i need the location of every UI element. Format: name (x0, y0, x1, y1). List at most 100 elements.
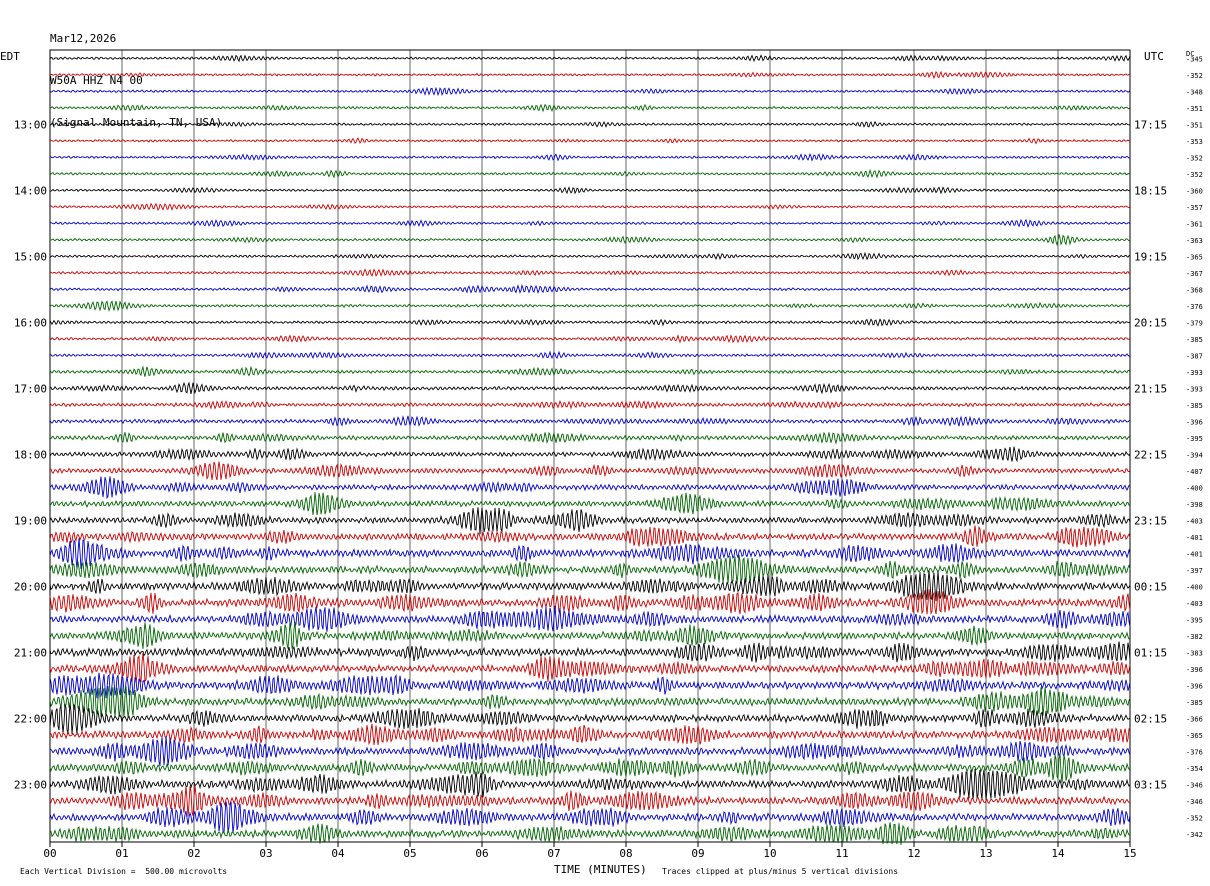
dc-offset-label: -366 (1186, 715, 1203, 723)
trace-line (49, 350, 1131, 360)
edt-hour-label: 22:00 (14, 712, 47, 725)
trace-line (49, 400, 1131, 410)
edt-hour-label: 20:00 (14, 580, 47, 593)
dc-offset-label: -352 (1186, 154, 1203, 162)
x-tick-label: 05 (403, 847, 416, 860)
utc-hour-label: 00:15 (1134, 580, 1167, 593)
trace-line (49, 507, 1131, 535)
dc-offset-label: -385 (1186, 699, 1203, 707)
dc-offset-label: -385 (1186, 402, 1203, 410)
dc-offset-label: -368 (1186, 286, 1203, 294)
trace-line (49, 723, 1131, 746)
utc-hour-label: 19:15 (1134, 250, 1167, 263)
x-tick-label: 03 (259, 847, 272, 860)
trace-line (49, 641, 1131, 663)
dc-offset-label: -393 (1186, 385, 1203, 393)
dc-offset-label: -387 (1186, 352, 1203, 360)
dc-offset-label: -400 (1186, 583, 1203, 591)
dc-offset-label: -354 (1186, 765, 1203, 773)
trace-line (49, 152, 1131, 162)
trace-line (49, 137, 1131, 145)
trace-line (49, 318, 1131, 327)
trace-line (50, 334, 1131, 344)
dc-offset-label: -394 (1186, 451, 1203, 459)
dc-offset-label: -351 (1186, 105, 1203, 113)
dc-offset-label: -385 (1186, 336, 1203, 344)
dc-offset-label: -376 (1186, 303, 1203, 311)
trace-line (49, 736, 1131, 767)
x-tick-label: 13 (979, 847, 992, 860)
dc-offset-label: -403 (1186, 517, 1203, 525)
edt-hour-label: 19:00 (14, 514, 47, 527)
dc-offset-label: -401 (1186, 550, 1203, 558)
dc-offset-label: -352 (1186, 171, 1203, 179)
trace-line (49, 365, 1131, 377)
x-axis-title: TIME (MINUTES) (554, 863, 647, 876)
dc-offset-label: -360 (1186, 187, 1203, 195)
edt-hour-label: 13:00 (14, 118, 47, 131)
utc-hour-label: 20:15 (1134, 316, 1167, 329)
trace-line (49, 525, 1131, 548)
dc-offset-label: -353 (1186, 138, 1203, 146)
dc-offset-label: -393 (1186, 369, 1203, 377)
utc-hour-label: 18:15 (1134, 184, 1167, 197)
dc-offset-label: -345 (1186, 55, 1203, 63)
trace-line (49, 686, 1131, 718)
dc-offset-label: -398 (1186, 501, 1203, 509)
dc-offset-label: -352 (1186, 814, 1203, 822)
x-tick-label: 00 (43, 847, 56, 860)
dc-offset-label: -348 (1186, 88, 1203, 96)
trace-line (49, 554, 1131, 584)
dc-offset-label: -395 (1186, 435, 1203, 443)
trace-line (49, 103, 1131, 113)
trace-line (49, 300, 1131, 312)
utc-hour-label: 17:15 (1134, 118, 1167, 131)
edt-hour-label: 17:00 (14, 382, 47, 395)
trace-line (49, 120, 1131, 128)
trace-line (49, 86, 1131, 97)
x-tick-label: 11 (835, 847, 848, 860)
utc-hour-label: 02:15 (1134, 712, 1167, 725)
edt-hour-label: 16:00 (14, 316, 47, 329)
dc-offset-label: -407 (1186, 468, 1203, 476)
trace-line (49, 570, 1131, 602)
trace-line (49, 234, 1131, 247)
trace-line (49, 605, 1131, 632)
x-tick-label: 06 (475, 847, 488, 860)
dc-offset-label: -351 (1186, 121, 1203, 129)
trace-line (49, 589, 1131, 615)
trace-line (49, 754, 1131, 783)
trace-line (49, 621, 1131, 649)
trace-line (49, 251, 1131, 261)
dc-offset-label: -346 (1186, 798, 1203, 806)
x-tick-label: 04 (331, 847, 345, 860)
trace-line (49, 283, 1131, 294)
x-tick-label: 10 (763, 847, 776, 860)
trace-line (49, 415, 1131, 427)
dc-offset-label: -400 (1186, 484, 1203, 492)
trace-line (49, 202, 1131, 211)
dc-offset-label: -403 (1186, 600, 1203, 608)
trace-line (49, 768, 1131, 800)
dc-offset-label: -365 (1186, 732, 1203, 740)
dc-offset-label: -382 (1186, 633, 1203, 641)
dc-offset-label: -342 (1186, 831, 1203, 839)
edt-hour-label: 18:00 (14, 448, 47, 461)
trace-line (49, 54, 1131, 63)
dc-offset-label: -383 (1186, 649, 1203, 657)
trace-line (49, 431, 1131, 445)
x-tick-label: 08 (619, 847, 632, 860)
trace-line (49, 801, 1131, 834)
x-tick-label: 12 (907, 847, 920, 860)
trace-line (49, 653, 1131, 683)
trace-line (49, 168, 1131, 179)
trace-line (49, 672, 1131, 699)
dc-offset-label: -361 (1186, 220, 1203, 228)
dc-offset-label: -367 (1186, 270, 1203, 278)
x-tick-label: 02 (187, 847, 200, 860)
dc-offset-label: -357 (1186, 204, 1203, 212)
trace-line (49, 702, 1131, 734)
trace-line (49, 461, 1131, 481)
dc-offset-label: -397 (1186, 567, 1203, 575)
dc-offset-label: -396 (1186, 666, 1203, 674)
